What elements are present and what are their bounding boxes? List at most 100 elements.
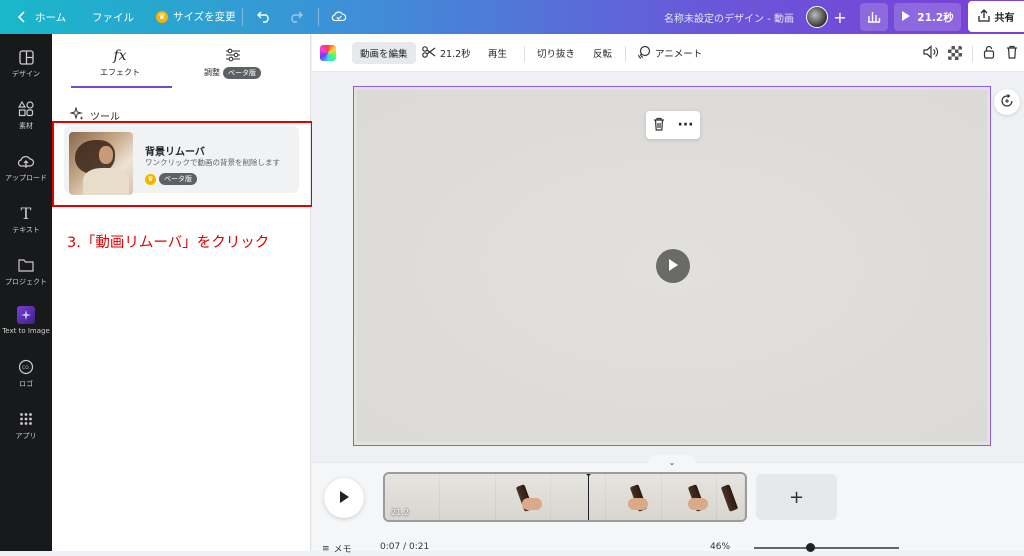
insights-button[interactable] xyxy=(860,3,888,31)
file-label: ファイル xyxy=(92,12,134,24)
nav-item-elements[interactable]: 素材 xyxy=(0,100,52,131)
color-picker-button[interactable] xyxy=(320,42,336,64)
bar-chart-icon xyxy=(867,9,881,26)
nav-item-projects[interactable]: プロジェクト xyxy=(0,256,52,287)
present-play-button[interactable]: 21.2秒 xyxy=(894,3,961,31)
lock-button[interactable] xyxy=(983,42,995,64)
tab-adjust[interactable]: 調整 ベータ版 xyxy=(204,48,261,79)
add-collaborator-button[interactable]: + xyxy=(831,7,849,27)
home-label: ホーム xyxy=(35,11,67,24)
share-icon xyxy=(977,8,990,25)
clip-frame xyxy=(661,474,717,520)
notes-icon: ≡ xyxy=(322,543,330,554)
tab-adjust-text: 調整 ベータ版 xyxy=(204,67,261,79)
tab-effects-label: エフェクト xyxy=(100,68,140,77)
speaker-icon xyxy=(923,44,939,62)
chevron-left-icon xyxy=(14,9,30,25)
design-page[interactable]: ··· xyxy=(353,86,991,446)
crop-label: 切り抜き xyxy=(537,49,576,60)
cloud-save-icon[interactable] xyxy=(331,8,347,24)
transparency-button[interactable] xyxy=(948,42,962,64)
divider xyxy=(318,8,319,26)
tab-active-indicator xyxy=(71,86,172,88)
edit-video-label: 動画を編集 xyxy=(360,49,408,60)
nav-label: Text to Image xyxy=(2,327,50,335)
context-toolbar: 動画を編集 21.2秒 再生 切り抜き 反転 アニメート xyxy=(312,34,1024,72)
upload-cloud-icon xyxy=(17,152,35,170)
home-button[interactable]: ホーム xyxy=(14,9,66,25)
play-duration: 21.2秒 xyxy=(917,11,954,24)
nav-item-text[interactable]: T テキスト xyxy=(0,204,52,235)
tab-adjust-label: 調整 xyxy=(204,68,220,77)
playhead[interactable] xyxy=(583,474,594,520)
nav-label: テキスト xyxy=(12,226,40,234)
shapes-icon xyxy=(17,100,35,118)
folder-icon xyxy=(17,256,35,274)
redo-icon[interactable] xyxy=(288,8,304,24)
canvas-area: ··· xyxy=(312,72,1024,462)
edit-video-button[interactable]: 動画を編集 xyxy=(352,42,416,64)
volume-button[interactable] xyxy=(923,42,939,64)
play-icon xyxy=(338,490,350,507)
annotation-instruction: 3.「動画リムーバ」をクリック xyxy=(67,235,270,251)
video-clip[interactable]: 21.2 xyxy=(383,472,747,522)
nav-item-apps[interactable]: アプリ xyxy=(0,410,52,441)
clip-frame xyxy=(495,474,551,520)
video-play-button[interactable] xyxy=(656,249,690,283)
timeline-play-button[interactable] xyxy=(324,478,364,518)
zoom-slider[interactable] xyxy=(754,547,899,549)
trash-icon xyxy=(1006,45,1018,62)
nav-item-design[interactable]: デザイン xyxy=(0,48,52,79)
nav-item-uploads[interactable]: アップロード xyxy=(0,152,52,183)
collapse-timeline-button[interactable]: ⌄ xyxy=(648,455,696,469)
play-icon xyxy=(901,10,911,25)
layout-icon xyxy=(17,48,35,66)
checkerboard-icon xyxy=(948,46,962,60)
clip-frame xyxy=(550,474,607,520)
playback-button[interactable]: 再生 xyxy=(488,42,507,64)
play-icon xyxy=(667,258,679,275)
nav-label: ロゴ xyxy=(19,380,33,388)
nav-item-text-to-image[interactable]: Text to Image xyxy=(0,306,52,335)
flip-label: 反転 xyxy=(593,49,613,60)
animate-icon xyxy=(637,45,651,62)
trim-button[interactable]: 21.2秒 xyxy=(422,42,471,64)
clip-frame xyxy=(716,474,745,520)
add-page-button[interactable]: + xyxy=(756,474,837,520)
avatar[interactable] xyxy=(806,6,828,28)
delete-button[interactable] xyxy=(1006,42,1018,64)
logo-icon: CO. xyxy=(17,358,35,376)
nav-label: アップロード xyxy=(5,174,47,182)
nav-label: 素材 xyxy=(19,122,33,130)
timeline-footer: ≡ メモ 0:07 / 0:21 46% xyxy=(312,542,1024,556)
share-button[interactable]: 共有 xyxy=(968,1,1024,32)
divider xyxy=(625,46,626,62)
file-menu-button[interactable]: ファイル xyxy=(92,10,134,25)
share-label: 共有 xyxy=(994,13,1015,24)
design-title[interactable]: 名称未設定のデザイン - 動画 xyxy=(664,10,794,25)
color-swatch-icon xyxy=(320,45,336,61)
svg-text:CO.: CO. xyxy=(22,365,30,371)
nav-item-logo[interactable]: CO. ロゴ xyxy=(0,358,52,389)
nav-label: デザイン xyxy=(12,70,40,78)
animate-button[interactable]: アニメート xyxy=(637,42,702,64)
playback-label: 再生 xyxy=(488,49,508,60)
clip-frame-hand xyxy=(628,498,649,510)
apps-grid-icon xyxy=(17,410,35,428)
beta-badge: ベータ版 xyxy=(223,67,261,79)
fx-icon: fx xyxy=(113,48,127,64)
effects-panel: fx エフェクト 調整 ベータ版 ツール 背景リムーバ ワンクリックで動画の背景を… xyxy=(52,34,313,551)
resize-button[interactable]: ♛ サイズを変更 xyxy=(156,9,236,24)
trash-icon[interactable] xyxy=(653,117,665,134)
crop-button[interactable]: 切り抜き xyxy=(537,42,575,64)
annotation-highlight-box xyxy=(52,121,313,207)
undo-icon[interactable] xyxy=(256,8,272,24)
refresh-comment-button[interactable] xyxy=(994,89,1020,115)
more-options-icon[interactable]: ··· xyxy=(678,118,694,132)
tab-effects[interactable]: fx エフェクト xyxy=(100,48,140,78)
notes-button[interactable]: ≡ メモ xyxy=(322,542,352,556)
timeline: ⌄ 21.2 + ≡ メモ 0:07 / 0:21 46% xyxy=(312,455,1024,555)
flip-button[interactable]: 反転 xyxy=(593,42,612,64)
clip-frame-bottle xyxy=(720,484,739,512)
plus-icon: + xyxy=(833,7,847,27)
